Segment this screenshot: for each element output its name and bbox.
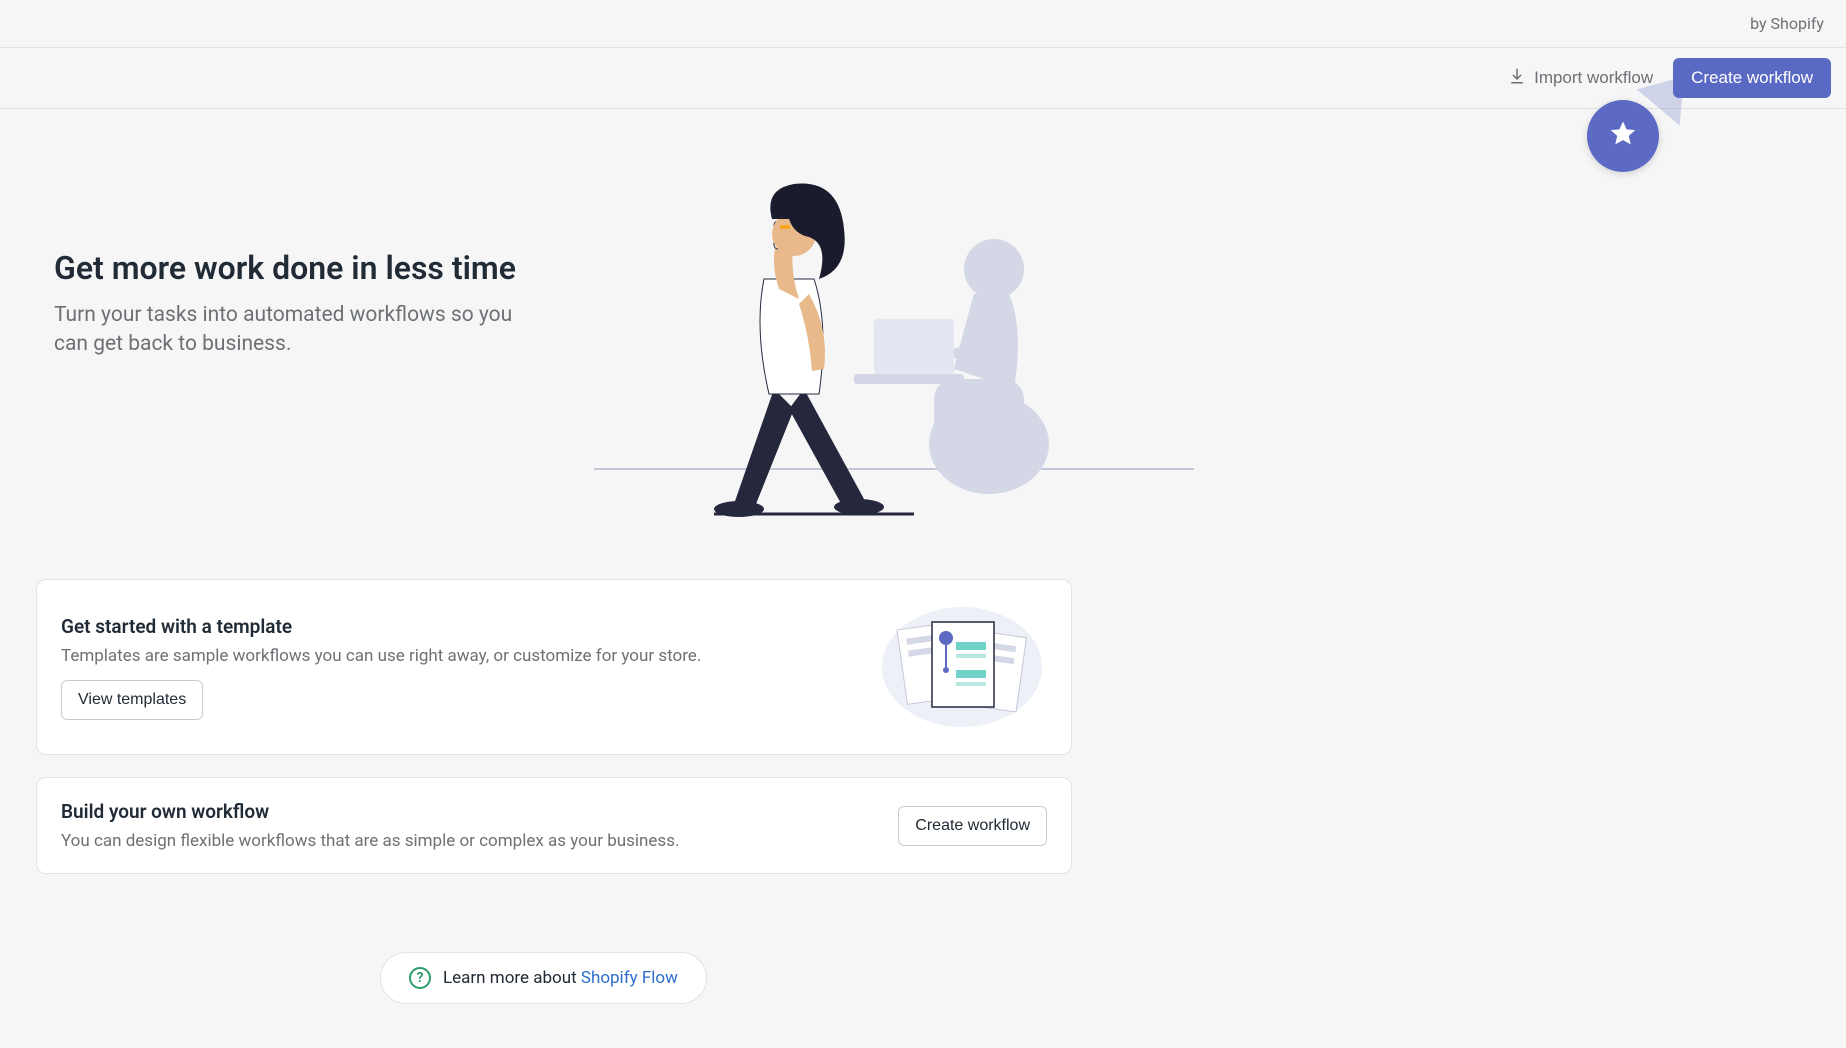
- learn-more-text: Learn more about Shopify Flow: [443, 968, 678, 988]
- create-workflow-card-label: Create workflow: [915, 817, 1030, 834]
- hero-section: Get more work done in less time Turn you…: [0, 149, 1846, 519]
- star-badge[interactable]: [1587, 100, 1659, 172]
- build-card-desc: You can design flexible workflows that a…: [61, 831, 878, 851]
- view-templates-button[interactable]: View templates: [61, 680, 203, 720]
- help-icon: ?: [409, 967, 431, 989]
- templates-illustration: [877, 602, 1047, 732]
- learn-more-pill: ? Learn more about Shopify Flow: [380, 952, 707, 1004]
- templates-card-title: Get started with a template: [61, 615, 857, 638]
- learn-more-section: ? Learn more about Shopify Flow: [0, 952, 1846, 1004]
- hero-text: Get more work done in less time Turn you…: [54, 149, 534, 360]
- view-templates-label: View templates: [78, 691, 186, 708]
- build-card: Build your own workflow You can design f…: [36, 777, 1072, 874]
- byline-text: by Shopify: [1750, 14, 1824, 33]
- import-workflow-label: Import workflow: [1534, 68, 1653, 88]
- build-card-content: Build your own workflow You can design f…: [61, 800, 878, 851]
- templates-card: Get started with a template Templates ar…: [36, 579, 1072, 755]
- toolbar: Import workflow Create workflow: [0, 48, 1846, 109]
- templates-card-desc: Templates are sample workflows you can u…: [61, 646, 857, 666]
- templates-card-content: Get started with a template Templates ar…: [61, 615, 857, 720]
- create-workflow-card-button[interactable]: Create workflow: [898, 806, 1047, 846]
- page-content: Get more work done in less time Turn you…: [0, 109, 1846, 1004]
- shopify-flow-link[interactable]: Shopify Flow: [581, 968, 678, 988]
- hero-illustration: [594, 149, 1194, 519]
- topbar: by Shopify: [0, 0, 1846, 48]
- learn-more-prefix: Learn more about: [443, 968, 581, 988]
- hero-title: Get more work done in less time: [54, 249, 534, 287]
- hero-subtitle: Turn your tasks into automated workflows…: [54, 301, 534, 360]
- build-card-title: Build your own workflow: [61, 800, 878, 823]
- import-workflow-button[interactable]: Import workflow: [1504, 61, 1657, 96]
- create-workflow-label: Create workflow: [1691, 68, 1813, 87]
- star-icon: [1608, 119, 1638, 153]
- download-icon: [1508, 67, 1526, 90]
- cards-section: Get started with a template Templates ar…: [0, 579, 1072, 874]
